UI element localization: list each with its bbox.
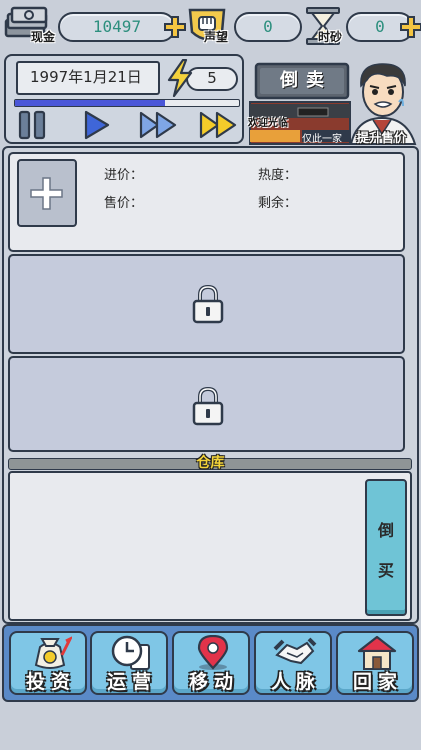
goods-slot-2-locked[interactable] — [8, 254, 405, 354]
cash-value: 10497 — [58, 12, 176, 42]
resell-button-char-1: 倒 — [377, 521, 394, 540]
plus-icon — [30, 177, 63, 210]
add-goods-button[interactable] — [17, 159, 77, 227]
clock-document-icon — [111, 635, 150, 670]
handshake-icon — [273, 637, 317, 665]
nav-network-label: 人脉 — [270, 671, 321, 693]
warehouse-title: 仓库 — [196, 455, 225, 471]
play-button[interactable] — [76, 109, 114, 141]
shop-sign: 倒卖 — [280, 70, 332, 91]
buy-price-label: 进价： — [104, 168, 144, 183]
goods-slot-3-locked[interactable] — [8, 356, 405, 452]
nav-operate-label: 运营 — [106, 671, 157, 693]
upgrade-price-label[interactable]: 提升售价 — [342, 127, 421, 146]
popularity-label: 热度： — [258, 168, 298, 183]
goods-slot-1: 进价： 售价： 热度： 剩余： — [8, 152, 405, 252]
nav-home-label: 回家 — [352, 671, 403, 693]
shop-banner: 欢迎光临 — [248, 118, 288, 129]
house-icon — [357, 635, 397, 670]
lock-icon — [192, 284, 224, 324]
nav-move-button[interactable]: 移动 — [172, 631, 250, 695]
reputation-resource: 0 声望 — [186, 8, 306, 44]
reputation-value: 0 — [234, 12, 302, 42]
resell-button[interactable]: 倒 买 — [365, 479, 407, 616]
current-date: 1997年1月21日 — [16, 61, 160, 95]
bottom-navigation: 投资 运营 移动 人脉 回家 — [2, 624, 419, 702]
time-control-panel: 1997年1月21日 5 — [4, 54, 244, 144]
nav-network-button[interactable]: 人脉 — [254, 631, 332, 695]
reputation-label: 声望 — [204, 30, 229, 44]
add-time-plus-icon[interactable] — [400, 16, 421, 38]
shop-storefront[interactable]: 倒卖 欢迎光临 仅此一家 — [246, 58, 352, 146]
nav-invest-label: 投资 — [25, 671, 76, 693]
nav-invest-button[interactable]: 投资 — [9, 631, 87, 695]
trade-panel: 进价： 售价： 热度： 剩余： 仓库 倒 买 — [2, 146, 419, 624]
lock-icon — [192, 386, 224, 426]
nav-home-button[interactable]: 回家 — [336, 631, 414, 695]
resource-bar: 10497 现金 0 声望 0 时砂 — [0, 0, 421, 50]
nav-operate-button[interactable]: 运营 — [90, 631, 168, 695]
add-cash-plus-icon[interactable] — [164, 16, 186, 38]
cash-label: 现金 — [31, 30, 56, 44]
nav-move-label: 移动 — [188, 671, 239, 693]
warehouse-panel: 倒 买 — [8, 471, 412, 621]
cash-resource: 10497 现金 — [2, 6, 190, 44]
remaining-label: 剩余： — [258, 196, 298, 211]
time-label: 时砂 — [318, 30, 343, 44]
day-progress-bar — [14, 99, 240, 107]
money-bag-icon — [34, 636, 72, 669]
time-resource: 0 时砂 — [304, 7, 421, 45]
shop-marquee: 仅此一家 — [302, 134, 342, 145]
fastest-forward-button[interactable] — [198, 109, 240, 141]
day-progress-fill — [15, 100, 166, 106]
lightning-icon — [167, 59, 193, 97]
resell-button-char-2: 买 — [377, 561, 394, 580]
sell-price-label: 售价： — [104, 196, 144, 211]
map-pin-icon — [197, 635, 229, 670]
pause-button[interactable] — [14, 109, 52, 141]
fast-forward-button[interactable] — [138, 109, 180, 141]
